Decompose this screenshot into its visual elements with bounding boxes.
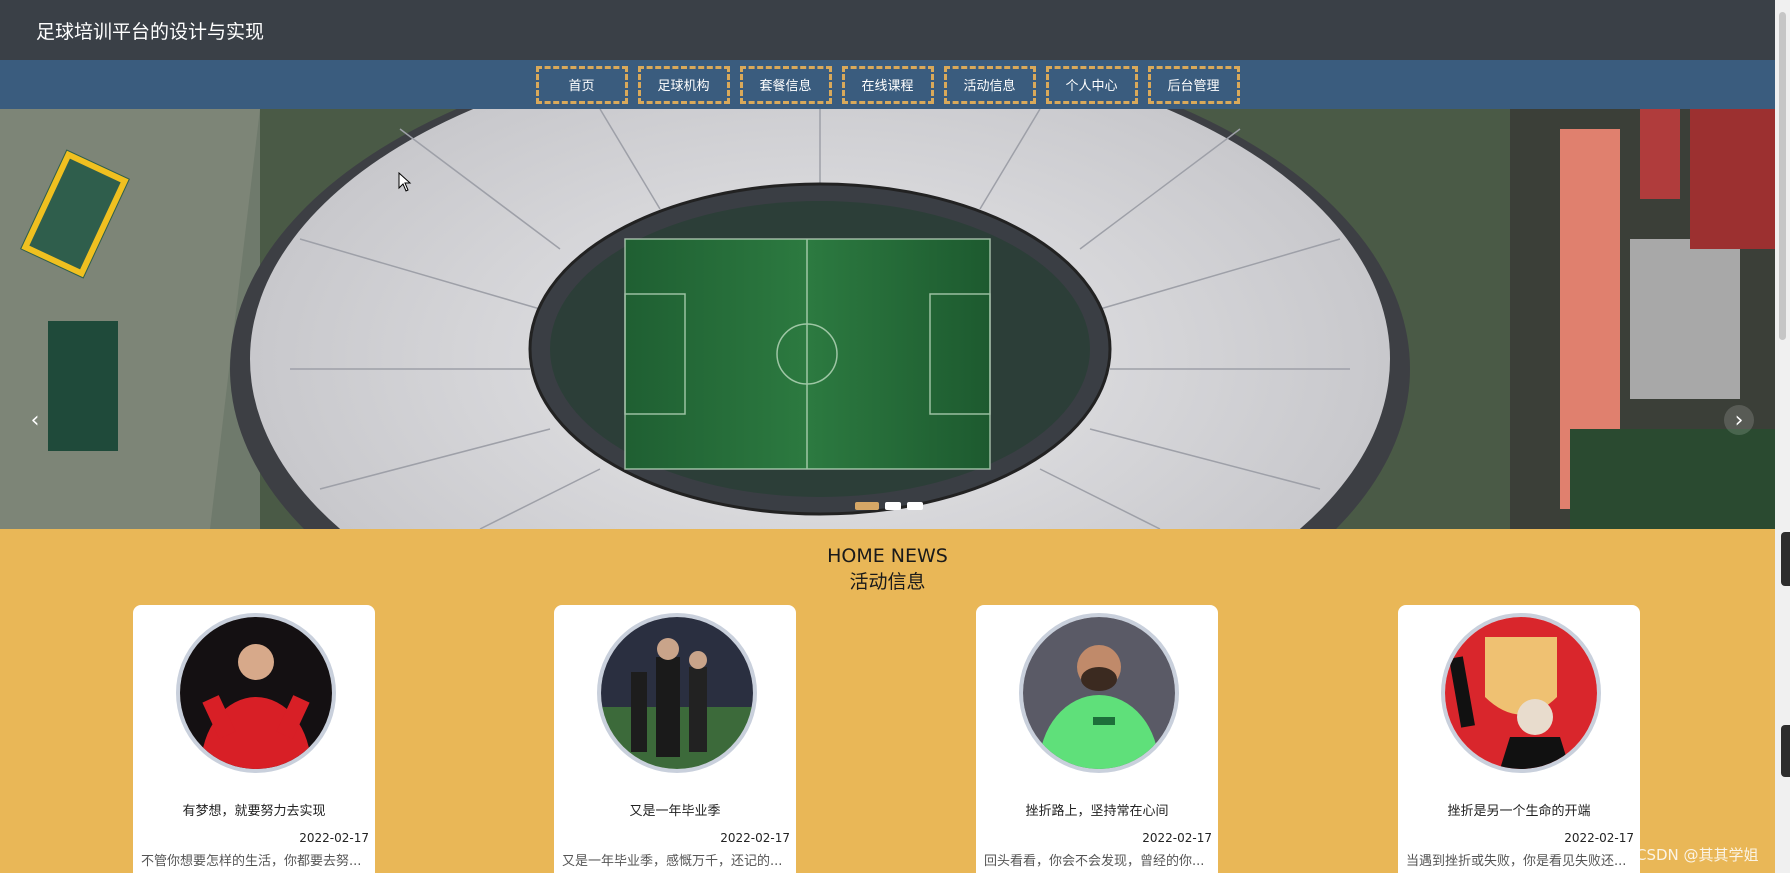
news-card-avatar [1441,613,1601,773]
main-nav: 首页 足球机构 套餐信息 在线课程 活动信息 个人中心 后台管理 [0,60,1775,109]
nav-item-home[interactable]: 首页 [535,65,628,104]
nav-item-online-courses[interactable]: 在线课程 [841,65,934,104]
news-card-avatar [597,613,757,773]
top-header: 足球培训平台的设计与实现 [0,0,1775,60]
news-card[interactable]: 挫折路上，坚持常在心间 2022-02-17 回头看看，你会不会发现，曾经的你.… [976,605,1218,873]
side-float-tab-top[interactable] [1781,532,1790,586]
chevron-left-icon: ‹ [30,407,40,433]
carousel-dot-3[interactable] [907,502,923,510]
news-card-desc: 回头看看，你会不会发现，曾经的你... [984,854,1205,869]
nav-item-football-institutions[interactable]: 足球机构 [637,65,730,104]
carousel-dot-2[interactable] [885,502,901,510]
nav-item-packages[interactable]: 套餐信息 [739,65,832,104]
stadium-aerial-image [0,109,1775,529]
hero-carousel[interactable]: ‹ › [0,109,1775,529]
news-card-desc: 又是一年毕业季，感慨万千，还记的... [562,854,783,869]
mouse-cursor-icon [398,172,412,192]
news-card-title: 有梦想，就要努力去实现 [182,804,326,819]
carousel-indicators [855,502,923,510]
carousel-next-button[interactable]: › [1724,405,1754,435]
news-section-heading: HOME NEWS 活动信息 [0,544,1775,596]
news-card-desc: 不管你想要怎样的生活，你都要去努... [141,854,362,869]
side-float-tab-bottom[interactable] [1781,725,1790,777]
nav-item-admin[interactable]: 后台管理 [1147,65,1240,104]
news-card-date: 2022-02-17 [299,831,369,845]
news-heading-cn: 活动信息 [849,571,926,593]
news-card-date: 2022-02-17 [720,831,790,845]
nav-item-personal-center[interactable]: 个人中心 [1045,65,1138,104]
news-heading-en: HOME NEWS [827,545,948,567]
news-card-avatar [176,613,336,773]
carousel-prev-button[interactable]: ‹ [20,405,50,435]
nav-item-activities[interactable]: 活动信息 [943,65,1036,104]
news-card[interactable]: 又是一年毕业季 2022-02-17 又是一年毕业季，感慨万千，还记的... [554,605,796,873]
news-card-title: 挫折是另一个生命的开端 [1447,804,1591,819]
news-card-date: 2022-02-17 [1564,831,1634,845]
news-card-title: 又是一年毕业季 [629,804,721,819]
news-card-avatar [1019,613,1179,773]
watermark: CSDN @其其学姐 [1636,846,1759,864]
news-card-title: 挫折路上，坚持常在心间 [1025,804,1169,819]
carousel-dot-1[interactable] [855,502,879,510]
news-card-desc: 当遇到挫折或失败，你是看见失败还... [1406,854,1627,869]
news-card[interactable]: 挫折是另一个生命的开端 2022-02-17 当遇到挫折或失败，你是看见失败还.… [1398,605,1640,873]
scrollbar-thumb[interactable] [1779,12,1786,340]
site-title: 足球培训平台的设计与实现 [36,20,265,43]
news-card-date: 2022-02-17 [1142,831,1212,845]
chevron-right-icon: › [1734,407,1744,433]
news-card[interactable]: 有梦想，就要努力去实现 2022-02-17 不管你想要怎样的生活，你都要去努.… [133,605,375,873]
